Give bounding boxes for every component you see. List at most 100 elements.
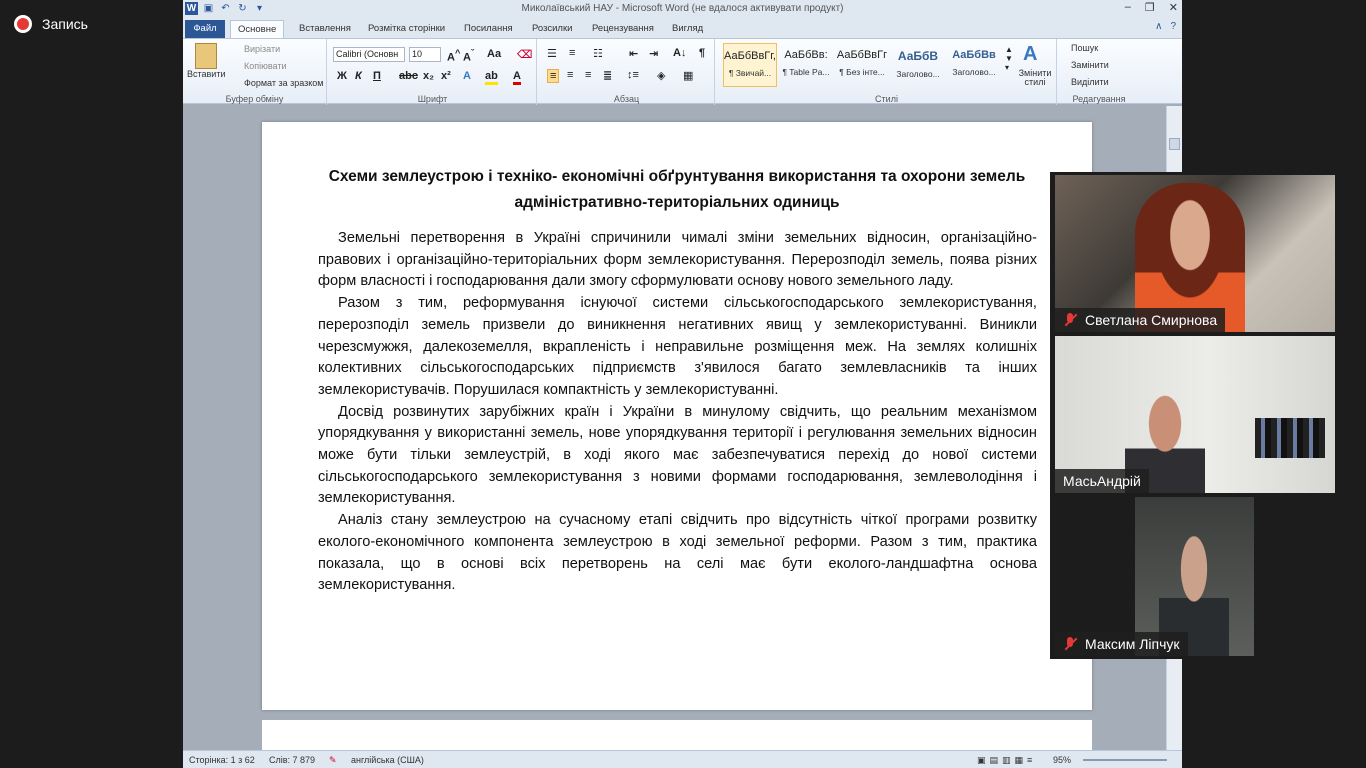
style-heading-1-sample: АаБбВ [897,49,939,63]
participant-bookshelf [1255,418,1325,458]
ribbon-home: Вставити Вирізати Копіювати Формат за зр… [183,38,1182,105]
ribbon-tabs: Файл Основне Вставлення Розмітка сторінк… [183,18,1182,38]
view-buttons[interactable]: ▣▤▥▦≡ [977,755,1036,766]
title-bar: W ▣ ↶ ↻ ▾ Миколаївський НАУ - Microsoft … [183,0,1182,18]
spellcheck-icon[interactable]: ✎ [329,755,337,766]
shrink-font-icon[interactable]: Aˇ [463,48,474,64]
participant-tile[interactable]: МасьАндрій [1055,336,1335,493]
font-size-select[interactable]: 10 [409,47,441,62]
mic-muted-icon [1063,637,1077,651]
change-styles-button[interactable]: Змінити стилі [1015,69,1055,87]
style-table-paragraph-name: ¶ Table Pa... [782,67,830,77]
tab-view[interactable]: Вигляд [665,20,710,38]
subscript-icon[interactable]: x₂ [423,70,434,82]
clear-formatting-icon[interactable]: ⌫ [517,48,533,61]
decrease-indent-icon[interactable]: ⇤ [629,47,638,60]
document-body[interactable]: Земельні перетворення в Україні спричини… [318,228,1037,597]
style-normal-sample: АаБбВвГг, [724,50,776,62]
sort-icon[interactable]: A↓ [673,47,686,59]
zoom-level[interactable]: 95% [1053,755,1071,765]
style-table-paragraph-sample: АаБбВв: [784,49,828,61]
find-button[interactable]: Пошук [1071,43,1098,53]
recording-indicator[interactable]: Запись [14,15,88,33]
select-button[interactable]: Виділити [1071,77,1109,87]
numbering-icon[interactable]: ≡ [569,47,575,59]
font-group-label: Шрифт [417,94,448,104]
tab-mailings[interactable]: Розсилки [525,20,579,38]
style-heading-2[interactable]: АаБбВв Заголово... [947,43,1001,87]
underline-icon[interactable]: П [373,70,381,82]
document-page[interactable]: Схеми землеустрою і техніко- економічні … [262,122,1092,710]
tab-file[interactable]: Файл [185,20,225,38]
superscript-icon[interactable]: x² [441,70,451,82]
minimize-icon[interactable]: – [1125,1,1131,14]
tab-references[interactable]: Посилання [457,20,520,38]
font-color-icon[interactable]: A [513,70,521,85]
strikethrough-icon[interactable]: abc [399,70,418,82]
clipboard-group: Вставити Вирізати Копіювати Формат за зр… [183,39,327,105]
paragraph-3: Досвід розвинутих зарубіжних країн і Укр… [318,403,1037,507]
page-count[interactable]: Сторінка: 1 з 62 [189,755,255,765]
highlight-icon[interactable]: ab [485,70,498,85]
help-icon[interactable]: ? [1170,21,1176,32]
justify-icon[interactable]: ≣ [603,69,612,82]
paste-button[interactable]: Вставити [187,69,226,79]
record-icon [14,15,32,33]
align-center-icon[interactable]: ≡ [567,69,573,81]
style-table-paragraph[interactable]: АаБбВв: ¶ Table Pa... [779,43,833,87]
language-indicator[interactable]: англійська (США) [351,755,424,765]
bold-icon[interactable]: Ж [337,70,347,82]
style-heading-1[interactable]: АаБбВ Заголово... [891,43,945,87]
replace-button[interactable]: Замінити [1071,60,1109,70]
styles-scroll-icon[interactable]: ▲ ▼ ▾ [1005,45,1013,72]
style-normal[interactable]: АаБбВвГг, ¶ Звичай... [723,43,777,87]
tab-review[interactable]: Рецензування [585,20,661,38]
cut-button[interactable]: Вирізати [244,44,280,54]
word-count[interactable]: Слів: 7 879 [269,755,315,765]
line-spacing-icon[interactable]: ↕≡ [627,69,639,81]
participant-tile[interactable]: Максим Ліпчук [1055,497,1335,656]
editing-group: Пошук Замінити Виділити Редагування [1059,39,1139,105]
video-participants: Светлана Смирнова МасьАндрій Максим Ліпч… [1050,172,1340,659]
zoom-slider[interactable] [1083,759,1167,761]
participant-name: МасьАндрій [1055,469,1149,493]
tab-home[interactable]: Основне [230,20,285,38]
restore-icon[interactable]: ❐ [1145,1,1155,14]
increase-indent-icon[interactable]: ⇥ [649,47,658,60]
text-effects-icon[interactable]: A [463,70,471,82]
copy-button[interactable]: Копіювати [244,61,287,71]
minimize-ribbon-icon[interactable]: ∧ [1155,21,1162,32]
participant-name-text: Светлана Смирнова [1085,312,1218,328]
tab-page-layout[interactable]: Розмітка сторінки [361,20,452,38]
show-marks-icon[interactable]: ¶ [699,47,705,59]
style-no-spacing[interactable]: АаБбВвГг ¶ Без інте... [835,43,889,87]
bullets-icon[interactable]: ☰ [547,47,557,60]
font-name-select[interactable]: Calibri (Основн [333,47,405,62]
mic-muted-icon [1063,313,1077,327]
format-painter-button[interactable]: Формат за зразком [244,78,324,88]
change-styles-icon[interactable]: A [1023,43,1037,66]
participant-tile[interactable]: Светлана Смирнова [1055,175,1335,332]
style-no-spacing-name: ¶ Без інте... [839,67,885,77]
shading-icon[interactable]: ◈ [657,69,665,82]
align-left-icon[interactable]: ≡ [547,69,560,83]
participant-name-text: МасьАндрій [1063,473,1141,489]
window-title: Миколаївський НАУ - Microsoft Word (не в… [521,3,844,14]
style-heading-2-sample: АаБбВв [952,49,996,61]
borders-icon[interactable]: ▦ [683,69,693,82]
font-group: Calibri (Основн 10 A^ Aˇ Aa ⌫ Ж К П abc … [329,39,537,105]
participant-name: Максим Ліпчук [1055,632,1188,656]
paste-icon[interactable] [195,43,217,69]
paragraph-1: Земельні перетворення в Україні спричини… [318,230,1037,290]
clipboard-group-label: Буфер обміну [225,94,284,104]
italic-icon[interactable]: К [355,70,362,82]
recording-panel: Запись [0,0,183,768]
tab-insert[interactable]: Вставлення [292,20,358,38]
close-icon[interactable]: ✕ [1169,1,1178,14]
change-case-icon[interactable]: Aa [487,48,501,60]
multilevel-list-icon[interactable]: ☷ [593,47,603,60]
document-title: Схеми землеустрою і техніко- економічні … [328,168,1026,211]
align-right-icon[interactable]: ≡ [585,69,591,81]
grow-font-icon[interactable]: A^ [447,48,460,64]
scrollbar-thumb[interactable] [1169,138,1180,150]
